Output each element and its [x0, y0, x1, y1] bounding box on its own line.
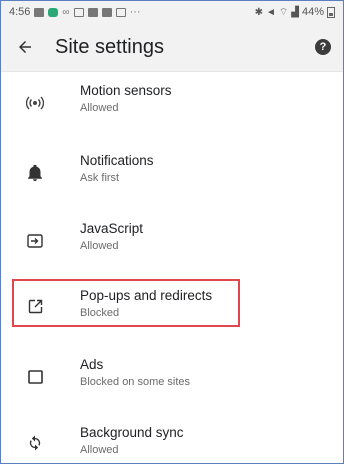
list-item-javascript[interactable]: JavaScript Allowed — [1, 221, 343, 271]
back-button[interactable] — [1, 23, 49, 71]
item-title: Notifications — [80, 153, 154, 168]
help-button[interactable]: ? — [315, 39, 331, 55]
battery-icon — [327, 6, 335, 18]
signal-icon: ▟ — [291, 6, 299, 18]
item-title: Ads — [80, 357, 104, 372]
help-icon: ? — [319, 41, 327, 53]
javascript-icon — [25, 231, 45, 251]
more-dots-icon: ··· — [129, 6, 141, 18]
highlight-box — [12, 279, 240, 327]
item-title: Background sync — [80, 425, 184, 440]
item-subtitle: Allowed — [80, 240, 119, 252]
page-title: Site settings — [55, 35, 164, 58]
mute-icon: ◄ — [265, 6, 276, 18]
image-icon — [115, 7, 126, 17]
gallery-icon — [34, 7, 45, 17]
status-time: 4:56 — [9, 6, 31, 18]
sync-icon — [25, 433, 45, 453]
app-bar: Site settings ? — [1, 23, 343, 72]
voicemail-icon: ∞ — [62, 6, 70, 18]
item-subtitle: Blocked on some sites — [80, 376, 191, 388]
bluetooth-icon: ✱ — [254, 6, 263, 18]
ads-icon — [25, 367, 45, 387]
battery-level: 44% — [301, 6, 324, 18]
calendar-icon — [73, 7, 84, 17]
item-subtitle: Allowed — [80, 444, 119, 456]
list-item-notifications[interactable]: Notifications Ask first — [1, 153, 343, 203]
wifi-icon: ⌔ — [278, 6, 289, 18]
mail-icon — [87, 7, 98, 17]
screen-frame: 4:56 ∞ ··· ✱ ◄ ⌔ ▟ 44% Site settings ? M… — [0, 0, 344, 464]
bell-icon — [25, 163, 45, 183]
list-item-ads[interactable]: Ads Blocked on some sites — [1, 357, 343, 407]
item-title: Motion sensors — [80, 83, 172, 98]
list-item-motion-sensors[interactable]: Motion sensors Allowed — [1, 83, 343, 133]
item-title: JavaScript — [80, 221, 144, 236]
back-arrow-icon — [19, 41, 31, 53]
status-bar: 4:56 ∞ ··· ✱ ◄ ⌔ ▟ 44% — [1, 1, 343, 23]
item-subtitle: Ask first — [80, 172, 120, 184]
calendar-icon — [101, 7, 112, 17]
list-item-background-sync[interactable]: Background sync Allowed — [1, 425, 343, 463]
sensors-icon — [25, 93, 45, 113]
messenger-icon — [48, 7, 59, 17]
item-subtitle: Allowed — [80, 102, 119, 114]
